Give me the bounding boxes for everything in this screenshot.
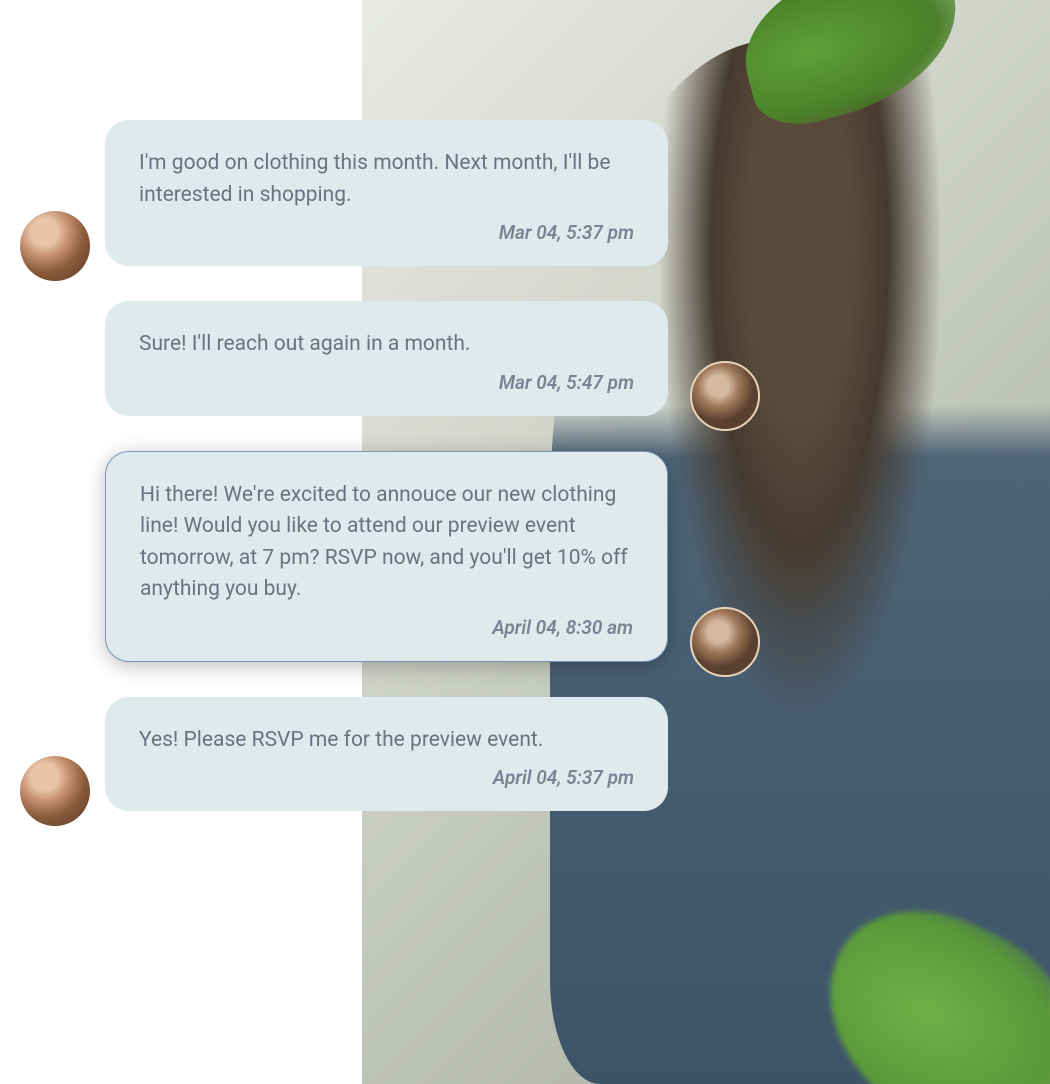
message-timestamp: April 04, 5:37 pm <box>139 766 634 789</box>
message-timestamp: Mar 04, 5:37 pm <box>139 221 634 244</box>
message-group-4: Yes! Please RSVP me for the preview even… <box>10 697 730 812</box>
message-bubble: Sure! I'll reach out again in a month. M… <box>105 301 668 416</box>
message-bubble: I'm good on clothing this month. Next mo… <box>105 120 668 266</box>
message-timestamp: Mar 04, 5:47 pm <box>139 371 634 394</box>
message-timestamp: April 04, 8:30 am <box>140 616 633 639</box>
message-text: Hi there! We're excited to annouce our n… <box>140 480 633 606</box>
message-bubble-highlighted: Hi there! We're excited to annouce our n… <box>105 451 668 662</box>
message-group-1: I'm good on clothing this month. Next mo… <box>10 120 730 266</box>
message-bubble: Yes! Please RSVP me for the preview even… <box>105 697 668 812</box>
customer-avatar <box>20 211 90 281</box>
message-group-3: Hi there! We're excited to annouce our n… <box>10 451 730 662</box>
message-text: Yes! Please RSVP me for the preview even… <box>139 725 634 757</box>
message-group-2: Sure! I'll reach out again in a month. M… <box>10 301 730 416</box>
message-text: Sure! I'll reach out again in a month. <box>139 329 634 361</box>
agent-avatar <box>690 607 760 677</box>
agent-avatar <box>690 361 760 431</box>
message-text: I'm good on clothing this month. Next mo… <box>139 148 634 211</box>
chat-conversation: I'm good on clothing this month. Next mo… <box>10 120 730 846</box>
customer-avatar <box>20 756 90 826</box>
